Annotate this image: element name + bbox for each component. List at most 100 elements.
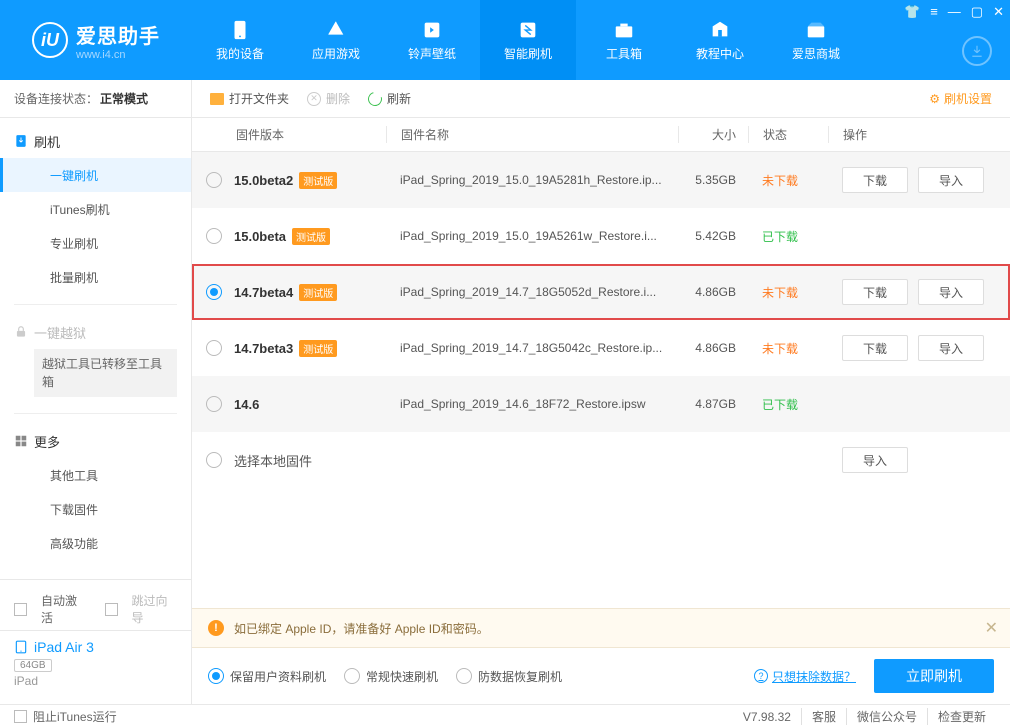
flash-option-2[interactable]: 防数据恢复刷机 <box>456 668 562 685</box>
sidebar-item-more-2[interactable]: 高级功能 <box>0 526 191 560</box>
option-radio[interactable] <box>456 668 472 684</box>
row-status: 未下载 <box>748 172 828 189</box>
nav-icon <box>325 19 347 41</box>
row-version: 15.0beta 测试版 <box>234 228 386 245</box>
auto-activate-checkbox[interactable] <box>14 603 27 616</box>
sidebar-item-flash-1[interactable]: iTunes刷机 <box>0 192 191 226</box>
row-filename: iPad_Spring_2019_14.7_18G5052d_Restore.i… <box>386 285 678 299</box>
row-radio[interactable] <box>206 228 222 244</box>
beta-tag: 测试版 <box>292 228 330 245</box>
row-radio[interactable] <box>206 452 222 468</box>
jailbreak-notice: 越狱工具已转移至工具箱 <box>34 349 177 397</box>
delete-button[interactable]: ✕ 删除 <box>307 90 350 107</box>
block-itunes-label: 阻止iTunes运行 <box>33 708 117 725</box>
nav-icon <box>709 19 731 41</box>
lock-icon <box>14 325 28 339</box>
flash-option-0[interactable]: 保留用户资料刷机 <box>208 668 326 685</box>
shirt-icon[interactable]: 👕 <box>904 4 920 20</box>
nav-label: 我的设备 <box>216 45 264 62</box>
col-ops: 操作 <box>828 126 996 143</box>
download-button[interactable]: 下载 <box>842 167 908 193</box>
warning-icon: ! <box>208 620 224 636</box>
sidebar-item-more-0[interactable]: 其他工具 <box>0 458 191 492</box>
open-folder-button[interactable]: 打开文件夹 <box>210 90 289 107</box>
import-button[interactable]: 导入 <box>918 335 984 361</box>
device-storage: 64GB <box>14 659 52 672</box>
row-status: 未下载 <box>748 284 828 301</box>
nav-label: 爱思商城 <box>792 45 840 62</box>
sidebar-item-flash-3[interactable]: 批量刷机 <box>0 260 191 294</box>
nav-item-4[interactable]: 工具箱 <box>576 0 672 80</box>
nav-item-1[interactable]: 应用游戏 <box>288 0 384 80</box>
row-radio[interactable] <box>206 396 222 412</box>
folder-icon <box>210 93 224 105</box>
refresh-icon <box>365 89 384 108</box>
nav-item-0[interactable]: 我的设备 <box>192 0 288 80</box>
firmware-row[interactable]: 14.7beta3 测试版 iPad_Spring_2019_14.7_18G5… <box>192 320 1010 376</box>
device-panel[interactable]: iPad Air 3 64GB iPad <box>0 630 191 696</box>
nav-item-6[interactable]: 爱思商城 <box>768 0 864 80</box>
support-link[interactable]: 客服 <box>801 708 846 725</box>
download-button[interactable]: 下载 <box>842 335 908 361</box>
connection-status: 设备连接状态： 正常模式 <box>0 80 191 118</box>
row-status: 已下载 <box>748 228 828 245</box>
download-indicator-icon[interactable] <box>962 36 992 66</box>
close-icon[interactable]: ✕ <box>993 4 1004 20</box>
nav-label: 工具箱 <box>606 45 642 62</box>
logo-icon: iU <box>32 22 68 58</box>
check-update-link[interactable]: 检查更新 <box>927 708 996 725</box>
status-label: 设备连接状态： <box>14 90 98 107</box>
import-button[interactable]: 导入 <box>918 167 984 193</box>
device-type: iPad <box>14 674 177 688</box>
auto-activate-label: 自动激活 <box>41 592 87 626</box>
flash-option-1[interactable]: 常规快速刷机 <box>344 668 438 685</box>
warning-banner: ! 如已绑定 Apple ID，请准备好 Apple ID和密码。 ✕ <box>192 608 1010 648</box>
nav-item-5[interactable]: 教程中心 <box>672 0 768 80</box>
row-version: 14.7beta4 测试版 <box>234 284 386 301</box>
erase-only-link[interactable]: ? 只想抹除数据？ <box>754 668 856 685</box>
local-firmware-row[interactable]: 选择本地固件 导入 <box>192 432 1010 488</box>
sidebar-item-more-1[interactable]: 下载固件 <box>0 492 191 526</box>
firmware-row[interactable]: 14.6 iPad_Spring_2019_14.6_18F72_Restore… <box>192 376 1010 432</box>
warning-text: 如已绑定 Apple ID，请准备好 Apple ID和密码。 <box>234 620 489 637</box>
row-size: 4.86GB <box>678 285 748 299</box>
beta-tag: 测试版 <box>299 172 337 189</box>
sidebar-item-flash-0[interactable]: 一键刷机 <box>0 158 191 192</box>
nav-item-3[interactable]: 智能刷机 <box>480 0 576 80</box>
row-version: 15.0beta2 测试版 <box>234 172 386 189</box>
warning-close-icon[interactable]: ✕ <box>985 618 998 638</box>
table-header: 固件版本 固件名称 大小 状态 操作 <box>192 118 1010 152</box>
firmware-row[interactable]: 15.0beta2 测试版 iPad_Spring_2019_15.0_19A5… <box>192 152 1010 208</box>
option-radio[interactable] <box>344 668 360 684</box>
option-radio[interactable] <box>208 668 224 684</box>
row-radio[interactable] <box>206 284 222 300</box>
refresh-button[interactable]: 刷新 <box>368 90 411 107</box>
firmware-row[interactable]: 15.0beta 测试版 iPad_Spring_2019_15.0_19A52… <box>192 208 1010 264</box>
flash-settings-button[interactable]: ⚙ 刷机设置 <box>929 90 992 107</box>
logo: iU 爱思助手 www.i4.cn <box>0 20 192 61</box>
maximize-icon[interactable]: ▢ <box>971 4 983 20</box>
skip-guide-checkbox[interactable] <box>105 603 118 616</box>
row-radio[interactable] <box>206 340 222 356</box>
top-nav: 我的设备 应用游戏铃声壁纸 智能刷机工具箱 教程中心爱思商城 <box>192 0 864 80</box>
row-filename: iPad_Spring_2019_15.0_19A5261w_Restore.i… <box>386 229 678 243</box>
sidebar-item-flash-2[interactable]: 专业刷机 <box>0 226 191 260</box>
minimize-icon[interactable]: — <box>948 4 961 20</box>
content: 打开文件夹 ✕ 删除 刷新 ⚙ 刷机设置 固件版本 固件名称 大小 状态 操作 <box>192 80 1010 704</box>
app-header: iU 爱思助手 www.i4.cn 我的设备 应用游戏铃声壁纸 智能刷机工具箱 教程中… <box>0 0 1010 80</box>
import-button[interactable]: 导入 <box>842 447 908 473</box>
firmware-row[interactable]: 14.7beta4 测试版 iPad_Spring_2019_14.7_18G5… <box>192 264 1010 320</box>
nav-item-2[interactable]: 铃声壁纸 <box>384 0 480 80</box>
row-filename: iPad_Spring_2019_15.0_19A5281h_Restore.i… <box>386 173 678 187</box>
row-radio[interactable] <box>206 172 222 188</box>
col-size: 大小 <box>678 126 748 143</box>
menu-icon[interactable]: ≡ <box>930 4 938 20</box>
block-itunes-checkbox[interactable] <box>14 710 27 723</box>
import-button[interactable]: 导入 <box>918 279 984 305</box>
nav-label: 铃声壁纸 <box>408 45 456 62</box>
device-name: iPad Air 3 <box>34 639 94 655</box>
wechat-link[interactable]: 微信公众号 <box>846 708 927 725</box>
download-button[interactable]: 下载 <box>842 279 908 305</box>
skip-guide-label: 跳过向导 <box>132 592 178 626</box>
flash-now-button[interactable]: 立即刷机 <box>874 659 994 693</box>
